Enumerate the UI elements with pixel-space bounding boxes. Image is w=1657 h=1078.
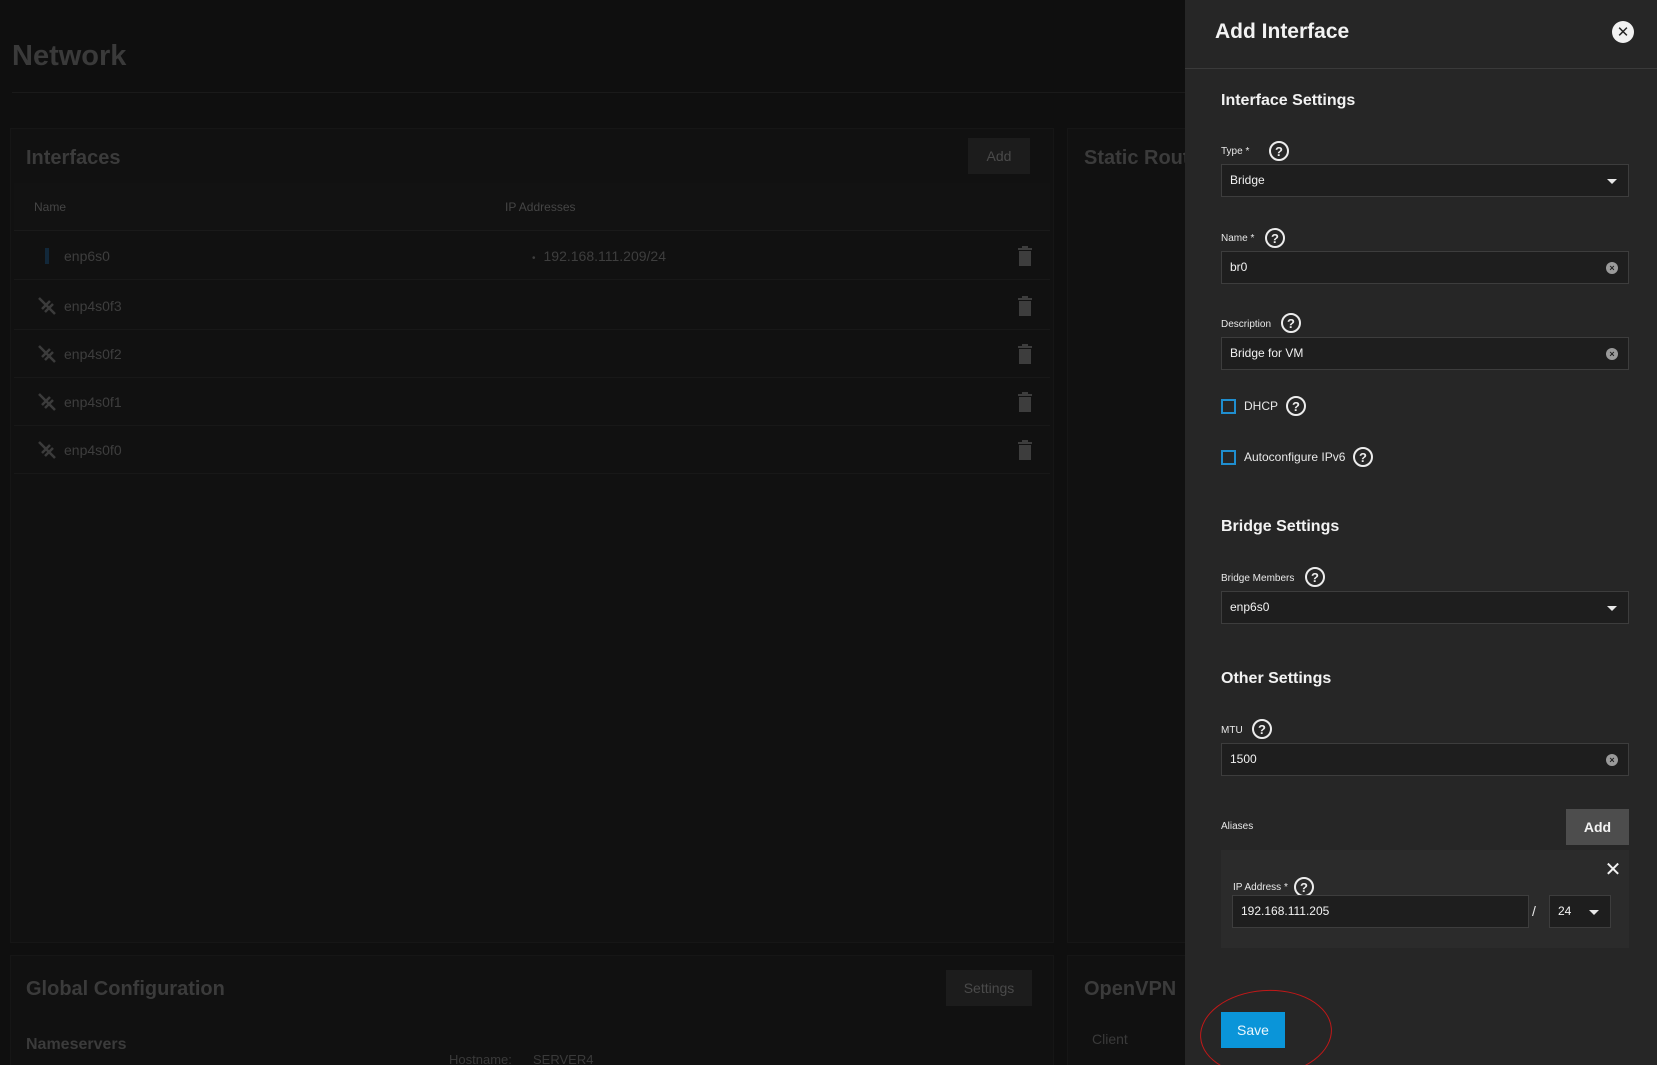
link-up-icon [45,248,49,264]
table-row[interactable]: enp4s0f2 [14,331,1050,378]
type-select[interactable]: Bridge [1221,164,1629,197]
mtu-value: 1500 [1230,752,1257,766]
interface-name: enp4s0f2 [64,346,122,362]
ip-address-value: 192.168.111.205 [1241,904,1330,918]
openvpn-title: OpenVPN [1084,978,1177,1000]
interface-name: enp4s0f1 [64,394,122,410]
interface-settings-heading: Interface Settings [1221,92,1356,109]
help-icon[interactable]: ? [1269,141,1289,161]
table-row[interactable]: enp4s0f1 [14,379,1050,426]
table-row[interactable]: enp4s0f0 [14,427,1050,474]
global-config-title: Global Configuration [26,978,225,1000]
static-routes-title: Static Rout [1084,147,1190,169]
openvpn-client: Client [1092,1031,1128,1047]
help-icon[interactable]: ? [1305,567,1325,587]
trash-icon[interactable] [1017,392,1033,412]
divider [12,92,1192,93]
bridge-settings-heading: Bridge Settings [1221,518,1340,535]
slash-separator: / [1532,903,1536,919]
interface-name: enp6s0 [64,248,110,264]
ip-address-label: IP Address * [1233,882,1288,893]
description-label: Description [1221,319,1272,330]
mtu-field[interactable]: 1500 × [1221,743,1629,776]
interface-name: enp4s0f3 [64,298,122,314]
settings-button[interactable]: Settings [946,970,1032,1006]
clear-icon[interactable]: × [1606,348,1618,360]
hostname-value: SERVER4 [533,1052,594,1065]
dhcp-label: DHCP [1244,399,1279,413]
chevron-down-icon [1607,606,1617,611]
help-icon[interactable]: ? [1281,313,1301,333]
add-alias-button[interactable]: Add [1566,809,1629,845]
type-value: Bridge [1230,173,1265,187]
type-label: Type * [1221,146,1250,157]
interfaces-table-header: Name IP Addresses [14,183,1050,231]
aliases-label: Aliases [1221,821,1254,832]
link-down-icon [38,297,56,315]
remove-alias-icon[interactable]: ✕ [1603,860,1623,880]
page-title: Network [12,40,127,72]
netmask-value: 24 [1558,904,1572,918]
close-icon[interactable]: ✕ [1612,21,1634,43]
clear-icon[interactable]: × [1606,262,1618,274]
panel-header: Add Interface ✕ [1185,0,1657,69]
interface-ip: 192.168.111.209/24 [532,248,667,264]
autoconfigure-ipv6-checkbox[interactable] [1221,450,1236,465]
interfaces-title: Interfaces [26,147,121,169]
dhcp-checkbox[interactable] [1221,399,1236,414]
trash-icon[interactable] [1017,246,1033,266]
nameservers-title: Nameservers [26,1036,127,1053]
help-icon[interactable]: ? [1294,877,1314,897]
help-icon[interactable]: ? [1286,396,1306,416]
autoconfigure-ipv6-label: Autoconfigure IPv6 [1244,450,1346,464]
chevron-down-icon [1589,910,1599,915]
description-value: Bridge for VM [1230,346,1304,360]
add-interface-button[interactable]: Add [968,138,1030,174]
help-icon[interactable]: ? [1252,719,1272,739]
col-ip-addresses: IP Addresses [505,200,576,214]
bridge-members-label: Bridge Members [1221,573,1295,584]
alias-entry: ✕ IP Address * ? 192.168.111.205 / 24 [1221,850,1629,948]
clear-icon[interactable]: × [1606,754,1618,766]
link-down-icon [38,345,56,363]
trash-icon[interactable] [1017,440,1033,460]
interface-name: enp4s0f0 [64,442,122,458]
bridge-members-select[interactable]: enp6s0 [1221,591,1629,624]
name-field[interactable]: br0 × [1221,251,1629,284]
add-interface-panel: Add Interface ✕ Interface Settings Type … [1185,0,1657,1065]
panel-title: Add Interface [1215,20,1350,43]
table-row[interactable]: enp6s0 192.168.111.209/24 [14,233,1050,280]
netmask-select[interactable]: 24 [1549,895,1611,928]
name-label: Name * [1221,233,1255,244]
trash-icon[interactable] [1017,344,1033,364]
other-settings-heading: Other Settings [1221,670,1332,687]
description-field[interactable]: Bridge for VM × [1221,337,1629,370]
trash-icon[interactable] [1017,296,1033,316]
help-icon[interactable]: ? [1353,447,1373,467]
mtu-label: MTU [1221,725,1243,736]
hostname-label: Hostname: [449,1052,512,1065]
name-value: br0 [1230,260,1248,274]
link-down-icon [38,441,56,459]
ip-address-field[interactable]: 192.168.111.205 [1232,895,1529,928]
bridge-members-value: enp6s0 [1230,600,1270,614]
help-icon[interactable]: ? [1265,228,1285,248]
network-page: Network Interfaces Add Name IP Addresses… [0,0,1657,1065]
chevron-down-icon [1607,179,1617,184]
table-row[interactable]: enp4s0f3 [14,283,1050,330]
link-down-icon [38,393,56,411]
col-name: Name [34,200,67,214]
global-config-card: Global Configuration Settings Nameserver… [10,955,1054,1065]
